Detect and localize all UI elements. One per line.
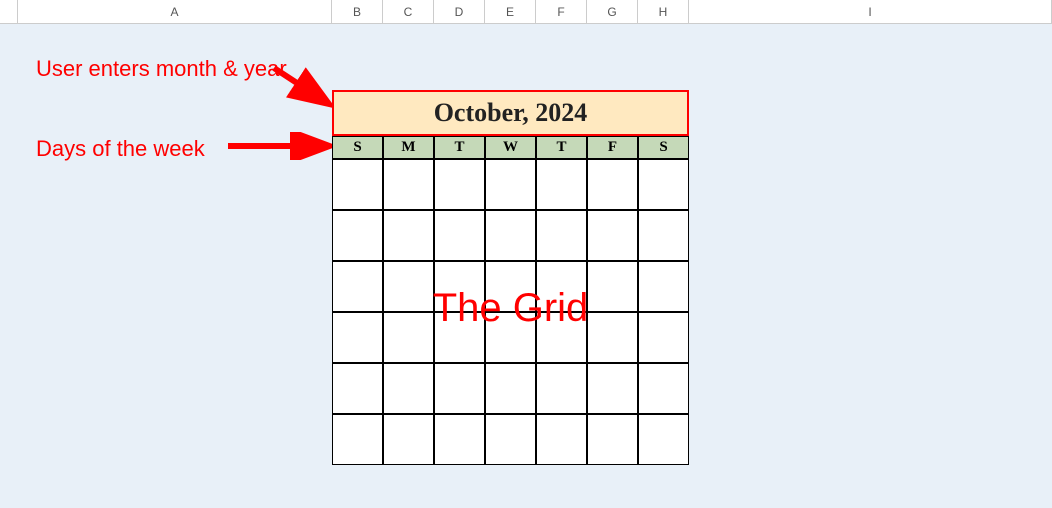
column-header-G[interactable]: G	[587, 0, 638, 23]
annotation-month-year: User enters month & year	[36, 56, 287, 82]
calendar-cell[interactable]	[332, 210, 383, 261]
day-header: F	[587, 136, 638, 159]
annotation-days-of-week: Days of the week	[36, 136, 205, 162]
calendar-cell[interactable]	[536, 414, 587, 465]
calendar-cell[interactable]	[332, 363, 383, 414]
calendar-row	[332, 363, 689, 414]
arrow-icon	[270, 62, 338, 112]
calendar-days-header: S M T W T F S	[332, 136, 689, 159]
day-header: T	[536, 136, 587, 159]
calendar-cell[interactable]	[332, 261, 383, 312]
day-header: W	[485, 136, 536, 159]
calendar-cell[interactable]	[638, 363, 689, 414]
column-header-H[interactable]: H	[638, 0, 689, 23]
calendar-title[interactable]: October, 2024	[332, 90, 689, 136]
calendar: October, 2024 S M T W T F S The Grid	[332, 90, 689, 465]
calendar-cell[interactable]	[383, 261, 434, 312]
calendar-row	[332, 210, 689, 261]
calendar-cell[interactable]	[587, 363, 638, 414]
calendar-cell[interactable]	[434, 414, 485, 465]
calendar-row	[332, 414, 689, 465]
column-header-B[interactable]: B	[332, 0, 383, 23]
annotation-grid-label: The Grid	[433, 286, 589, 331]
calendar-cell[interactable]	[383, 159, 434, 210]
day-header: S	[638, 136, 689, 159]
day-header: M	[383, 136, 434, 159]
calendar-cell[interactable]	[536, 210, 587, 261]
calendar-cell[interactable]	[587, 261, 638, 312]
calendar-cell[interactable]	[434, 159, 485, 210]
column-headers-row: A B C D E F G H I	[0, 0, 1052, 24]
calendar-cell[interactable]	[383, 363, 434, 414]
calendar-cell[interactable]	[332, 312, 383, 363]
calendar-cell[interactable]	[485, 159, 536, 210]
calendar-cell[interactable]	[587, 312, 638, 363]
calendar-cell[interactable]	[638, 312, 689, 363]
calendar-cell[interactable]	[536, 159, 587, 210]
calendar-cell[interactable]	[587, 159, 638, 210]
calendar-cell[interactable]	[332, 159, 383, 210]
calendar-cell[interactable]	[383, 210, 434, 261]
row-header-gap	[0, 0, 18, 23]
calendar-cell[interactable]	[434, 210, 485, 261]
column-header-I[interactable]: I	[689, 0, 1052, 23]
column-header-E[interactable]: E	[485, 0, 536, 23]
calendar-cell[interactable]	[587, 210, 638, 261]
calendar-cell[interactable]	[485, 414, 536, 465]
calendar-cell[interactable]	[587, 414, 638, 465]
column-header-F[interactable]: F	[536, 0, 587, 23]
calendar-cell[interactable]	[383, 414, 434, 465]
calendar-cell[interactable]	[485, 363, 536, 414]
calendar-row	[332, 159, 689, 210]
calendar-cell[interactable]	[638, 210, 689, 261]
column-header-A[interactable]: A	[18, 0, 332, 23]
calendar-grid: The Grid	[332, 159, 689, 465]
calendar-cell[interactable]	[332, 414, 383, 465]
calendar-cell[interactable]	[434, 363, 485, 414]
day-header: T	[434, 136, 485, 159]
calendar-cell[interactable]	[485, 210, 536, 261]
day-header: S	[332, 136, 383, 159]
calendar-cell[interactable]	[638, 261, 689, 312]
calendar-cell[interactable]	[536, 363, 587, 414]
column-header-C[interactable]: C	[383, 0, 434, 23]
arrow-icon	[224, 132, 336, 160]
column-header-D[interactable]: D	[434, 0, 485, 23]
calendar-cell[interactable]	[383, 312, 434, 363]
calendar-cell[interactable]	[638, 414, 689, 465]
calendar-cell[interactable]	[638, 159, 689, 210]
